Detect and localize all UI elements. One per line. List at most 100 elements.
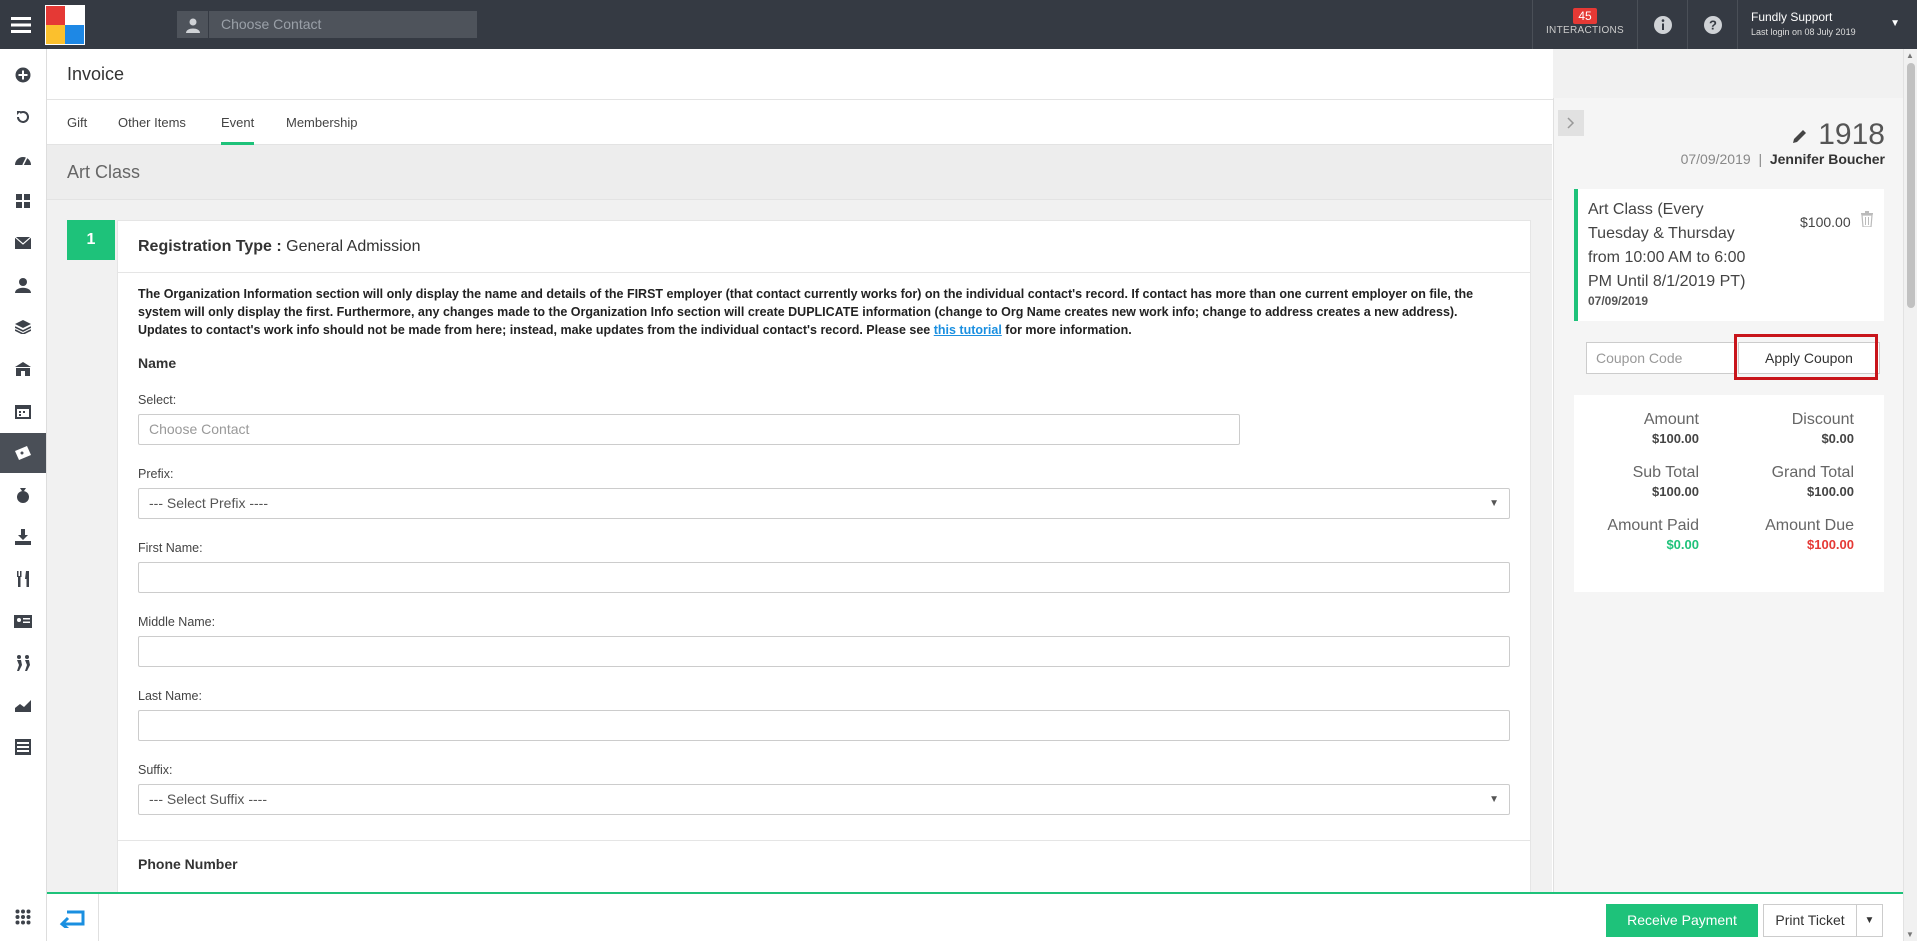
pencil-icon [1792,130,1806,144]
invoice-contact[interactable]: Jennifer Boucher [1770,151,1885,167]
grand-total-label: Grand Total [1771,464,1854,481]
restaurant-icon[interactable] [0,559,46,599]
registration-type-value: General Admission [286,238,421,255]
mail-icon[interactable] [0,223,46,263]
discount-value: $0.00 [1821,431,1854,446]
phone-heading: Phone Number [138,856,238,872]
amount-paid-value: $0.00 [1666,537,1699,552]
left-nav [0,49,47,941]
middle-name-input[interactable] [138,636,1510,667]
id-card-icon[interactable] [0,601,46,641]
user-icon [177,11,208,38]
interactions-label: INTERACTIONS [1545,25,1625,36]
print-ticket-button[interactable]: Print Ticket [1763,904,1857,937]
back-button[interactable] [47,894,99,941]
notice-tail: for more information. [1005,323,1132,337]
help-icon[interactable]: ? [1688,0,1738,49]
dashboard-icon[interactable] [0,139,46,179]
step-number: 1 [67,220,115,260]
first-name-input[interactable] [138,562,1510,593]
interactions-button[interactable]: 45 INTERACTIONS [1532,0,1638,49]
registration-card: Registration Type : General Admission Th… [117,220,1531,892]
calendar-icon[interactable] [0,391,46,431]
trash-icon[interactable] [1860,211,1874,230]
people-running-icon[interactable] [0,643,46,683]
invoice-meta: 07/09/2019 | Jennifer Boucher [1681,151,1885,167]
chevron-down-icon: ▼ [1489,794,1499,805]
amount-paid-label: Amount Paid [1607,517,1699,534]
layers-icon[interactable] [0,307,46,347]
line-item-description: Art Class (Every Tuesday & Thursday from… [1588,201,1746,290]
tab-gift[interactable]: Gift [67,100,87,145]
subtotal-label: Sub Total [1632,464,1699,481]
info-icon[interactable] [1638,0,1688,49]
invoice-date: 07/09/2019 [1680,151,1751,167]
tab-other-items[interactable]: Other Items [118,100,186,145]
name-form: Name Select: Choose Contact Prefix: --- … [118,355,1530,872]
chevron-right-icon [1567,117,1575,129]
top-bar: Choose Contact 45 INTERACTIONS ? Fundly … [0,0,1917,49]
tutorial-link[interactable]: this tutorial [934,323,1002,337]
amount-paid: Amount Paid $0.00 [1574,517,1699,552]
return-arrow-icon [59,910,84,928]
tab-membership[interactable]: Membership [286,100,358,145]
svg-text:?: ? [1709,17,1717,32]
app-logo[interactable] [45,4,85,45]
invoice-tabs: Gift Other Items Event Membership [47,100,1552,145]
discount-total: Discount $0.00 [1729,411,1854,446]
event-title: Art Class [47,145,1552,200]
contact-search[interactable]: Choose Contact [177,11,477,38]
scroll-up-icon[interactable]: ▲ [1906,51,1914,60]
interactions-count-badge: 45 [1573,8,1597,24]
amount-due: Amount Due $100.00 [1729,517,1854,552]
last-name-label: Last Name: [138,689,202,703]
select-label: Select: [138,393,177,407]
page-title: Invoice [47,49,1553,100]
coupon-code-input[interactable]: Coupon Code [1586,342,1736,374]
suffix-label: Suffix: [138,763,173,777]
money-bag-icon[interactable] [0,475,46,515]
list-icon[interactable] [0,727,46,767]
contact-search-input[interactable]: Choose Contact [209,11,477,38]
event-form-area: Art Class 1 Registration Type : General … [47,145,1552,892]
prefix-select[interactable]: --- Select Prefix ---- ▼ [138,488,1510,519]
chevron-down-icon: ▼ [1890,18,1900,29]
add-icon[interactable] [0,55,46,95]
chevron-down-icon[interactable]: ▼ [1856,904,1883,937]
main-content: Invoice Gift Other Items Event Membershi… [47,49,1553,892]
grand-total: Grand Total $100.00 [1729,464,1854,499]
last-name-input[interactable] [138,710,1510,741]
collapse-panel-button[interactable] [1558,110,1584,136]
totals-box: Amount $100.00 Discount $0.00 Sub Total … [1574,395,1884,592]
subtotal-value: $100.00 [1652,484,1699,499]
user-menu[interactable]: Fundly Support Last login on 08 July 201… [1740,0,1900,49]
invoice-summary-panel: 1918 07/09/2019 | Jennifer Boucher Art C… [1553,98,1903,892]
apps-grid-icon[interactable] [0,892,47,941]
scroll-down-icon[interactable]: ▼ [1906,930,1914,939]
organization-notice: The Organization Information section wil… [118,273,1530,339]
suffix-select[interactable]: --- Select Suffix ---- ▼ [138,784,1510,815]
page-scrollbar[interactable]: ▲ ▼ [1903,49,1917,941]
contact-icon[interactable] [0,265,46,305]
user-name: Fundly Support [1751,10,1833,24]
tab-event[interactable]: Event [221,100,255,145]
download-icon[interactable] [0,517,46,557]
history-icon[interactable] [0,97,46,137]
discount-label: Discount [1791,411,1854,428]
amount-value: $100.00 [1652,431,1699,446]
grid-icon[interactable] [0,181,46,221]
scrollbar-thumb[interactable] [1907,63,1915,308]
first-name-label: First Name: [138,541,203,555]
receive-payment-button[interactable]: Receive Payment [1606,904,1758,937]
ticket-icon[interactable] [0,433,46,473]
choose-contact-input[interactable]: Choose Contact [138,414,1240,445]
suffix-select-value: --- Select Suffix ---- [149,791,267,807]
organization-icon[interactable] [0,349,46,389]
highlight-box [1734,334,1878,380]
menu-icon[interactable] [0,0,42,49]
subtotal-total: Sub Total $100.00 [1574,464,1699,499]
reports-icon[interactable] [0,685,46,725]
grand-total-value: $100.00 [1807,484,1854,499]
last-login: Last login on 08 July 2019 [1751,27,1856,37]
notice-text: The Organization Information section wil… [138,287,1474,337]
